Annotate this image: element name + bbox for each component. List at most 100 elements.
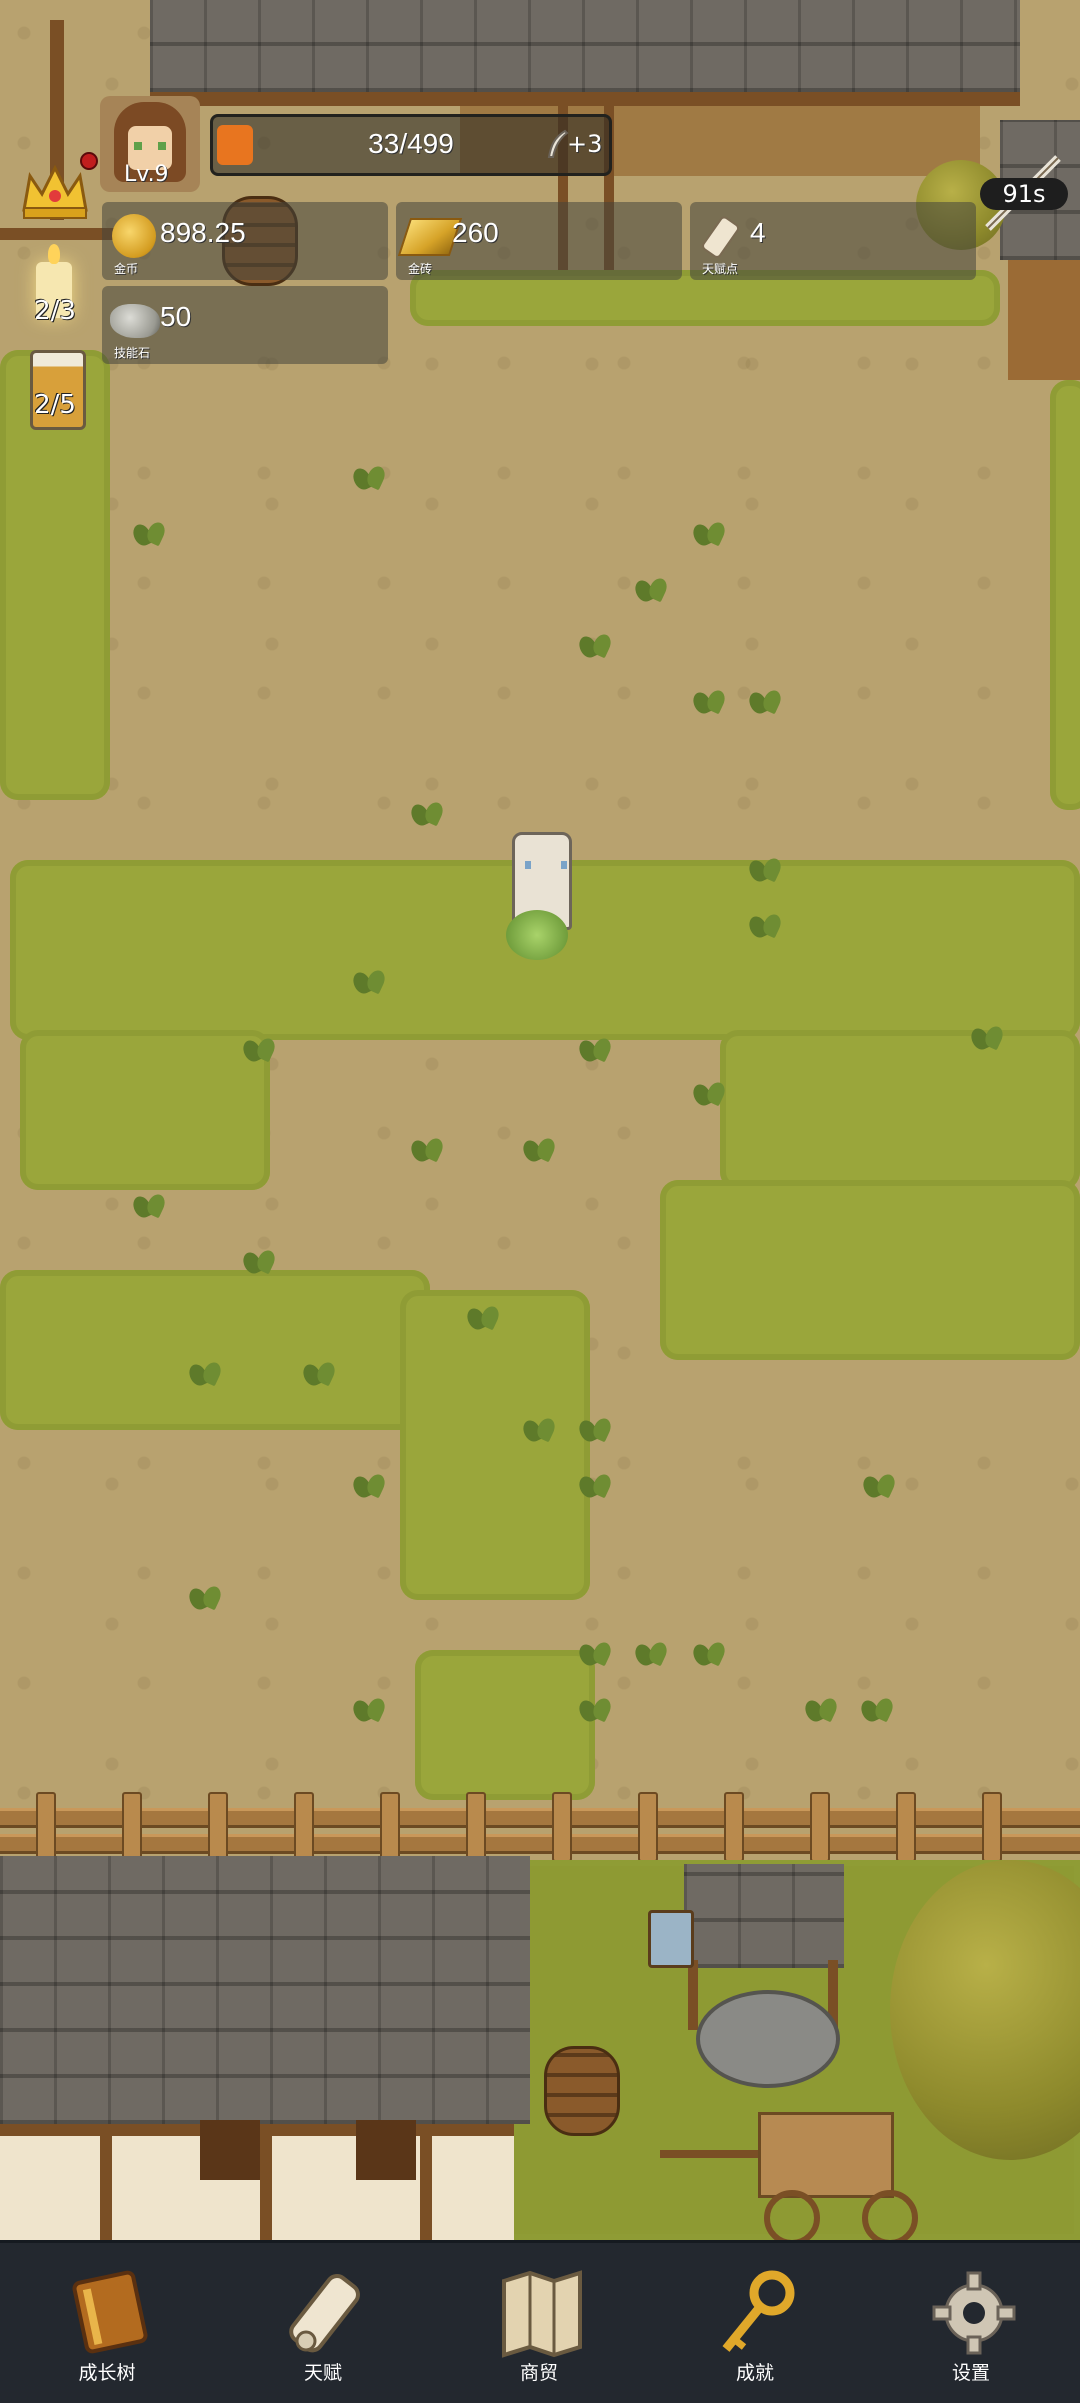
- sprout: [632, 1638, 672, 1674]
- cart-body: [758, 2112, 894, 2198]
- sprout: [408, 798, 448, 834]
- bottom-house-roof: [0, 1856, 530, 2124]
- sprout: [464, 1302, 504, 1338]
- gold-brick-panel[interactable]: 260 金砖: [396, 202, 682, 280]
- grass-mid-right2: [660, 1180, 1080, 1360]
- cart-handle: [660, 2150, 770, 2158]
- nav-label: 商贸: [519, 2362, 558, 2384]
- sprout: [520, 1134, 560, 1170]
- grass-mid-right: [720, 1030, 1080, 1190]
- sprout: [576, 1034, 616, 1070]
- sprout: [130, 518, 170, 554]
- sprout: [520, 1414, 560, 1450]
- sprout: [300, 1358, 340, 1394]
- crown-icon[interactable]: [18, 160, 92, 220]
- bottom-house-window: [356, 2120, 416, 2180]
- skill-stone-caption: 技能石: [114, 346, 151, 360]
- xp-bar: 33/499 +3: [210, 114, 612, 176]
- skill-stone-panel[interactable]: 50 技能石: [102, 286, 388, 364]
- bottom-nav: 成长树 天赋 商贸 成就 设置: [0, 2240, 1080, 2403]
- sprout: [632, 574, 672, 610]
- player-level: Lv.9: [124, 162, 169, 187]
- sprout: [860, 1470, 900, 1506]
- fence-post: [122, 1792, 142, 1862]
- fence-post: [36, 1792, 56, 1862]
- sprout: [186, 1358, 226, 1394]
- fence-post: [982, 1792, 1002, 1862]
- sprout: [350, 966, 390, 1002]
- fence-post: [466, 1792, 486, 1862]
- cabbage: [506, 910, 568, 960]
- nav-achievement[interactable]: 成就: [680, 2243, 830, 2403]
- sprout: [350, 1470, 390, 1506]
- top-barn-roof: [150, 0, 1020, 92]
- candle-count: 2/3: [34, 296, 76, 326]
- talent-points-value: 4: [750, 217, 766, 248]
- nav-label: 成就: [735, 2362, 774, 2384]
- grass-mid-left: [20, 1030, 270, 1190]
- key-icon: [710, 2267, 806, 2359]
- well-roof: [684, 1864, 844, 1968]
- book-icon: [62, 2267, 158, 2359]
- gold-coin-icon: [112, 214, 156, 258]
- nav-settings[interactable]: 设置: [896, 2243, 1046, 2403]
- scroll-icon: [278, 2267, 374, 2359]
- nav-talent[interactable]: 天赋: [248, 2243, 398, 2403]
- well-bucket: [648, 1910, 694, 1968]
- fence-post: [208, 1792, 228, 1862]
- sprout: [968, 1022, 1008, 1058]
- cart-wheel: [764, 2190, 820, 2240]
- bottom-house-post: [260, 2124, 272, 2240]
- sprout: [690, 686, 730, 722]
- fence-post: [638, 1792, 658, 1862]
- timer-badge: 91s: [980, 178, 1068, 210]
- candle-counter[interactable]: 2/3: [24, 244, 86, 330]
- grass-right-edge: [1050, 380, 1080, 810]
- nav-label: 设置: [951, 2362, 990, 2384]
- sprout: [576, 1694, 616, 1730]
- sprout: [240, 1034, 280, 1070]
- gold-value: 898.25: [160, 217, 246, 248]
- fence-post: [294, 1792, 314, 1862]
- well-base: [696, 1990, 840, 2088]
- skill-stone-icon: [110, 304, 160, 338]
- gold-brick-caption: 金砖: [408, 262, 433, 276]
- notification-dot: [80, 152, 98, 170]
- sprout: [690, 518, 730, 554]
- fence-rail-top: [0, 1808, 1080, 1828]
- scroll-small-icon: [700, 214, 744, 262]
- sprout: [690, 1638, 730, 1674]
- top-barn-beam: [150, 92, 1020, 106]
- sprout: [576, 1414, 616, 1450]
- bottom-house-post: [100, 2124, 112, 2240]
- nav-trade[interactable]: 商贸: [464, 2243, 614, 2403]
- sprout: [576, 1638, 616, 1674]
- fence-post: [380, 1792, 400, 1862]
- gold-panel[interactable]: 898.25 金币: [102, 202, 388, 280]
- map-icon: [494, 2267, 590, 2359]
- fence-post: [552, 1792, 572, 1862]
- grass-left-block: [0, 1270, 430, 1430]
- bottom-barrel: [544, 2046, 620, 2136]
- gold-brick-value: 260: [452, 217, 499, 248]
- nav-growth-tree[interactable]: 成长树: [32, 2243, 182, 2403]
- xp-gain: +3: [567, 130, 603, 158]
- sprout: [746, 910, 786, 946]
- sprout: [746, 854, 786, 890]
- beer-count: 2/5: [34, 390, 76, 420]
- timer-value: 91s: [1002, 180, 1046, 208]
- right-shed-wall: [1008, 260, 1080, 380]
- talent-points-panel[interactable]: 4 天赋点: [690, 202, 976, 280]
- sprout: [858, 1694, 898, 1730]
- fence-post: [724, 1792, 744, 1862]
- sprout: [802, 1694, 842, 1730]
- sprout: [350, 1694, 390, 1730]
- well-post-left: [688, 1960, 698, 2030]
- sprout: [576, 630, 616, 666]
- fence-rail-bottom: [0, 1834, 1080, 1854]
- bottom-house-window: [200, 2120, 260, 2180]
- sprout: [746, 686, 786, 722]
- fence-post: [810, 1792, 830, 1862]
- fence-post: [896, 1792, 916, 1862]
- beer-counter[interactable]: 2/5: [24, 348, 86, 430]
